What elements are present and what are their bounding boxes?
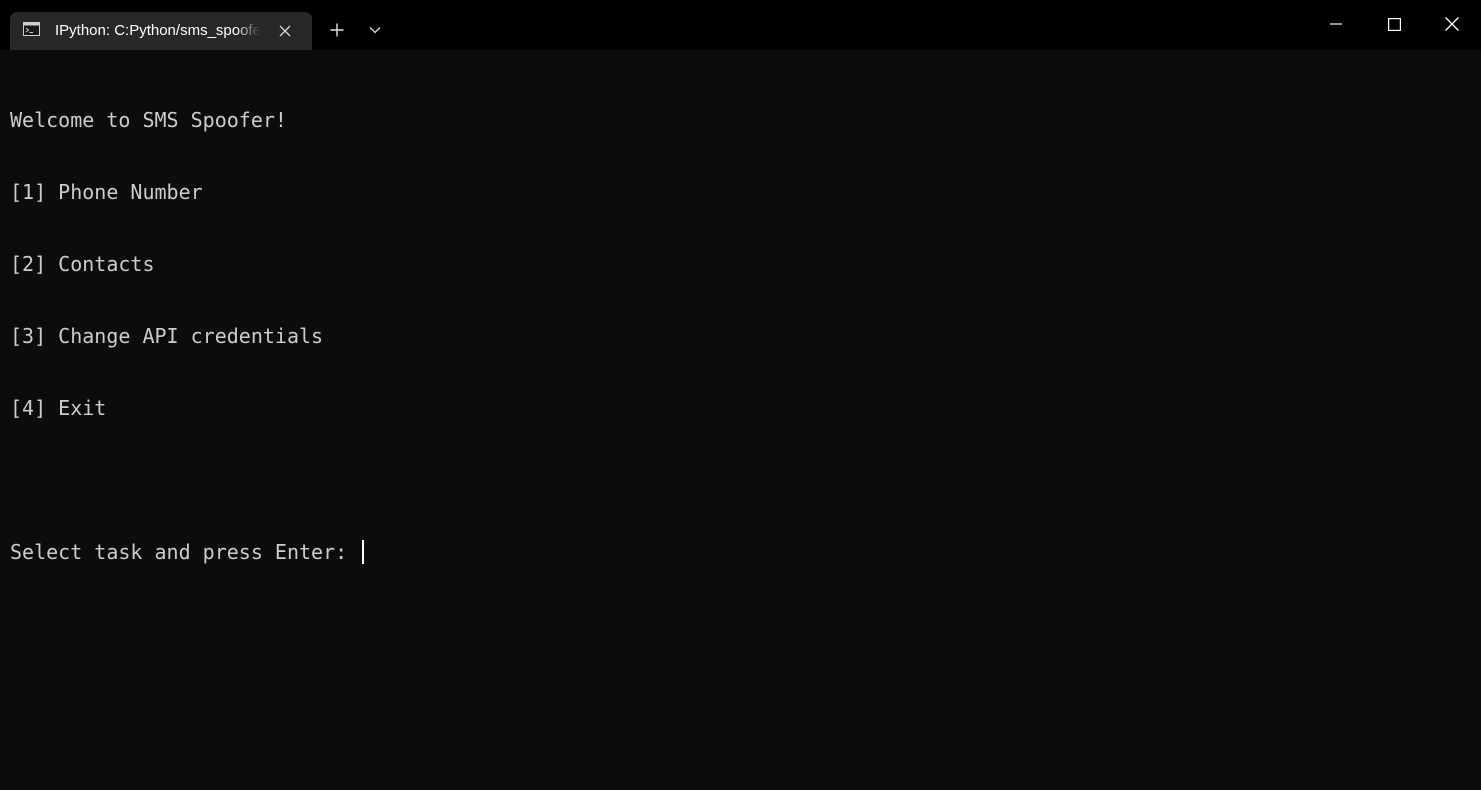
- close-icon: [1445, 17, 1459, 31]
- chevron-down-icon: [369, 27, 381, 34]
- tab-dropdown-button[interactable]: [360, 15, 390, 45]
- text-cursor: [362, 540, 365, 564]
- title-bar[interactable]: IPython: C:Python/sms_spoofer: [0, 0, 1481, 50]
- tab-close-button[interactable]: [274, 20, 296, 42]
- menu-option-exit: [4] Exit: [10, 396, 107, 420]
- terminal-window: IPython: C:Python/sms_spoofer Welcome to…: [0, 0, 1481, 790]
- prompt-line[interactable]: Select task and press Enter:: [10, 540, 1470, 564]
- maximize-button[interactable]: [1365, 0, 1423, 48]
- menu-option-contacts: [2] Contacts: [10, 252, 155, 276]
- close-icon: [279, 25, 291, 37]
- menu-option-change-api-credentials: [3] Change API credentials: [10, 324, 324, 348]
- welcome-line: Welcome to SMS Spoofer!: [10, 108, 287, 132]
- tab-title: IPython: C:Python/sms_spoofer: [55, 22, 260, 39]
- close-window-button[interactable]: [1423, 0, 1481, 48]
- terminal-output[interactable]: Welcome to SMS Spoofer! [1] Phone Number…: [10, 60, 1470, 780]
- minimize-button[interactable]: [1307, 0, 1365, 48]
- prompt-text: Select task and press Enter:: [10, 540, 360, 564]
- minimize-icon: [1330, 23, 1342, 25]
- plus-icon: [330, 23, 344, 37]
- tab-ipython[interactable]: IPython: C:Python/sms_spoofer: [10, 12, 312, 50]
- maximize-icon: [1387, 17, 1401, 31]
- console-icon: [23, 22, 40, 36]
- new-tab-button[interactable]: [322, 15, 352, 45]
- menu-option-phone-number: [1] Phone Number: [10, 180, 203, 204]
